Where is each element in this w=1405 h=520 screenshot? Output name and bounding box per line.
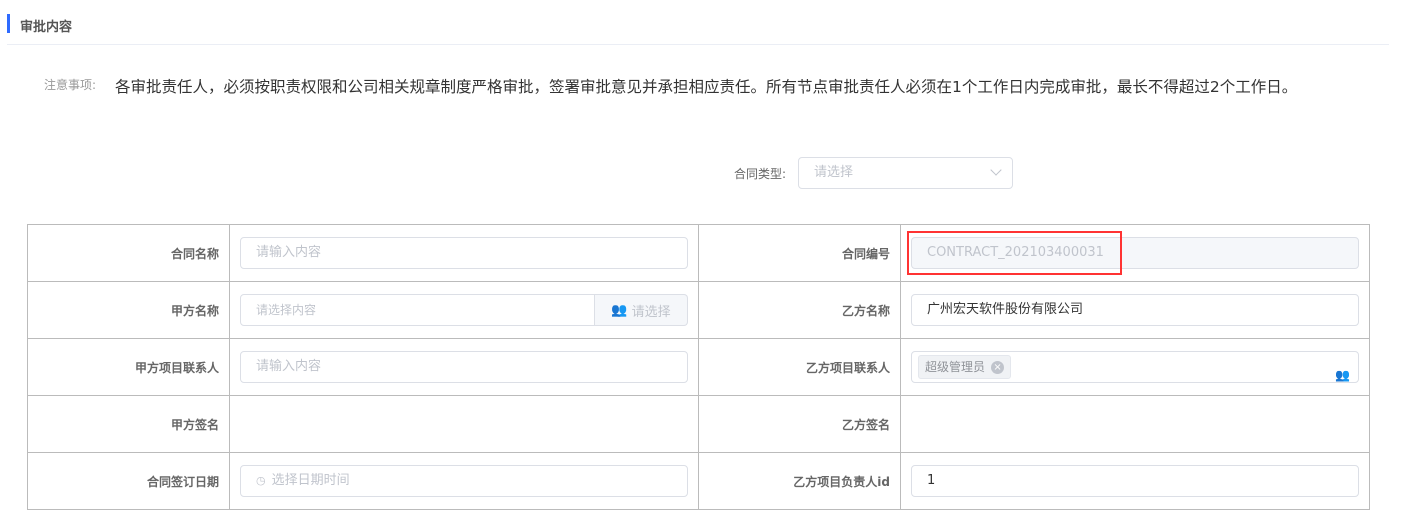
- contract-name-label: 合同名称: [27, 224, 230, 282]
- value: 广州宏天软件股份有限公司: [927, 302, 1084, 317]
- user-tag: 超级管理员 ×: [918, 355, 1012, 379]
- placeholder: 请输入内容: [256, 245, 322, 260]
- contract-no-label: 合同编号: [698, 224, 901, 282]
- placeholder: 请选择内容: [256, 303, 317, 317]
- party-a-contact-input[interactable]: 请输入内容: [240, 351, 688, 383]
- notice-text: 各审批责任人，必须按职责权限和公司相关规章制度严格审批，签署审批意见并承担相应责…: [115, 78, 1298, 96]
- contract-form-table: 合同名称 请输入内容 合同编号 CONTRACT_202103400031 甲方…: [27, 224, 1370, 510]
- party-a-sign-label: 甲方签名: [27, 395, 230, 453]
- value: 1: [927, 473, 936, 488]
- clock-icon: ◷: [256, 474, 266, 487]
- placeholder: 选择日期时间: [271, 473, 350, 488]
- table-row: 甲方签名 乙方签名: [27, 395, 1370, 453]
- sign-date-picker[interactable]: ◷ 选择日期时间: [240, 465, 688, 497]
- chevron-down-icon: [990, 164, 1002, 176]
- party-a-name-label: 甲方名称: [27, 281, 230, 339]
- button-label: 请选择: [631, 304, 671, 320]
- table-row: 合同名称 请输入内容 合同编号 CONTRACT_202103400031: [27, 224, 1370, 282]
- party-b-name-input[interactable]: 广州宏天软件股份有限公司: [911, 294, 1359, 326]
- party-a-sign-field: [229, 395, 699, 453]
- table-row: 甲方名称 请选择内容 👥 请选择 乙方名称 广州宏天软件股份有限公司: [27, 281, 1370, 339]
- highlight-box: [907, 231, 1122, 275]
- placeholder: 请输入内容: [256, 359, 322, 374]
- close-icon[interactable]: ×: [991, 360, 1005, 374]
- users-icon[interactable]: 👥: [1335, 360, 1350, 390]
- sign-date-label: 合同签订日期: [27, 452, 230, 510]
- notice-label: 注意事项:: [44, 78, 97, 92]
- contract-type-label: 合同类型:: [734, 167, 787, 181]
- party-b-name-label: 乙方名称: [698, 281, 901, 339]
- section-title: 审批内容: [20, 20, 73, 35]
- table-row: 合同签订日期 ◷ 选择日期时间 乙方项目负责人id 1: [27, 452, 1370, 510]
- table-row: 甲方项目联系人 请输入内容 乙方项目联系人 超级管理员 × 👥: [27, 338, 1370, 396]
- party-b-owner-id-input[interactable]: 1: [911, 465, 1359, 497]
- section-accent-bar: [7, 14, 10, 33]
- party-b-sign-field: [900, 395, 1370, 453]
- party-a-contact-label: 甲方项目联系人: [27, 338, 230, 396]
- contract-type-placeholder: 请选择: [814, 165, 854, 180]
- tag-label: 超级管理员: [925, 360, 986, 374]
- contract-type-select[interactable]: 请选择: [798, 157, 1013, 189]
- party-b-contact-input[interactable]: 超级管理员 × 👥: [911, 351, 1359, 383]
- party-b-contact-label: 乙方项目联系人: [698, 338, 901, 396]
- party-a-name-input[interactable]: 请选择内容: [240, 294, 595, 326]
- party-b-sign-label: 乙方签名: [698, 395, 901, 453]
- users-icon: 👥: [611, 302, 628, 318]
- section-divider: [7, 44, 1389, 45]
- contract-name-input[interactable]: 请输入内容: [240, 237, 688, 269]
- party-b-owner-id-label: 乙方项目负责人id: [698, 452, 901, 510]
- party-a-select-button[interactable]: 👥 请选择: [595, 294, 688, 326]
